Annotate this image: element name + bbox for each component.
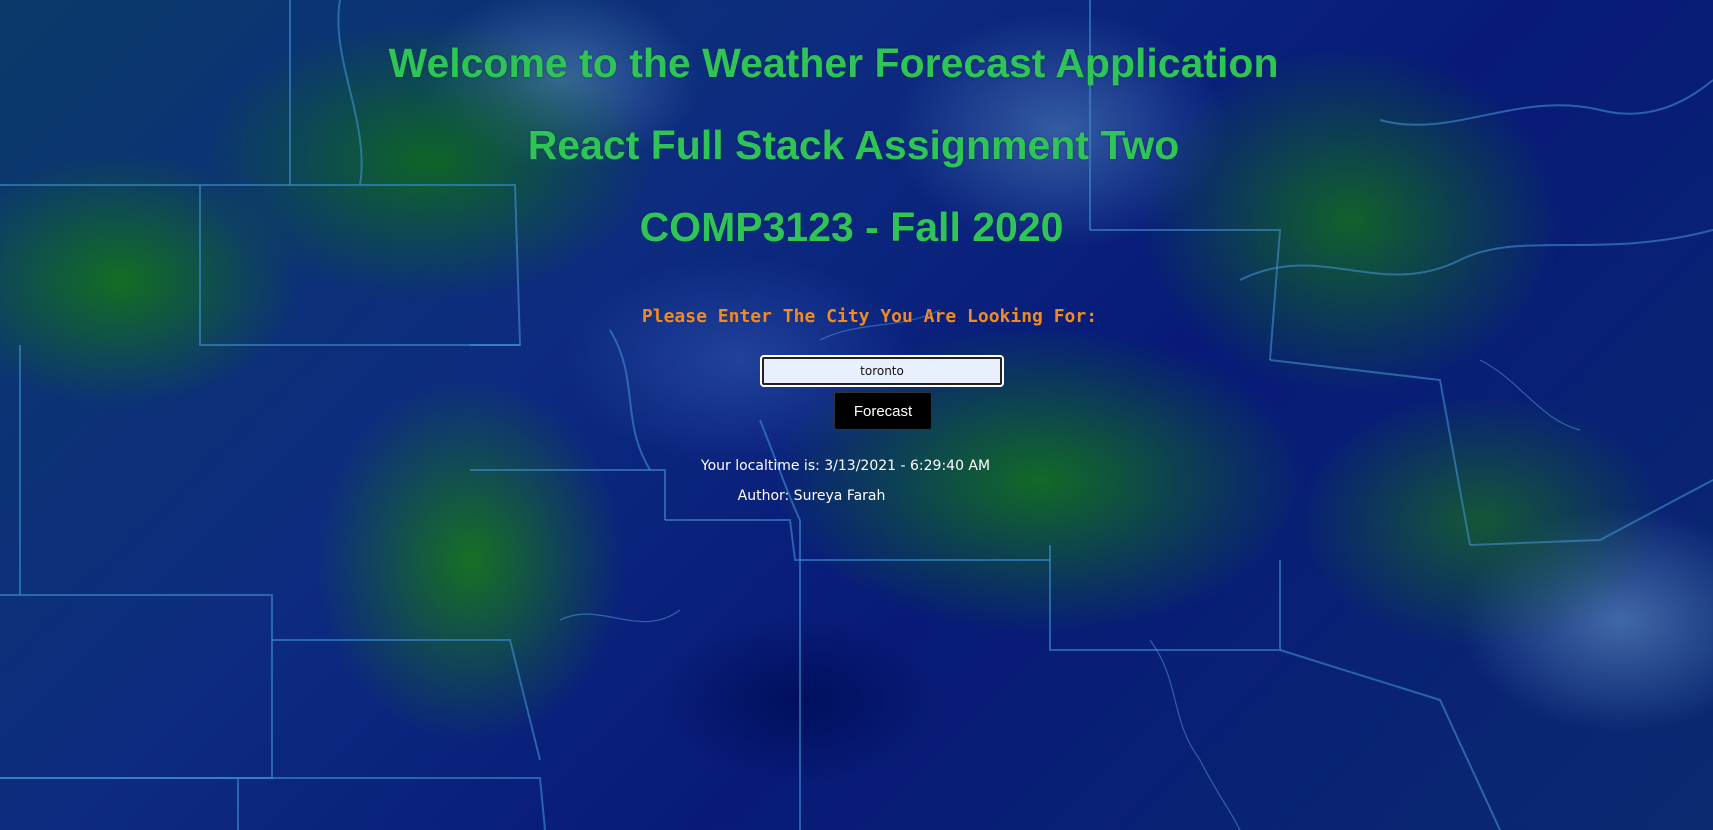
course-title: COMP3123 - Fall 2020 xyxy=(639,204,1064,250)
localtime-text: Your localtime is: 3/13/2021 - 6:29:40 A… xyxy=(700,458,991,474)
author-text: Author: Sureya Farah xyxy=(737,488,886,504)
city-input[interactable] xyxy=(760,355,1004,387)
page-subtitle: React Full Stack Assignment Two xyxy=(527,122,1180,168)
page-title: Welcome to the Weather Forecast Applicat… xyxy=(388,40,1279,86)
city-prompt: Please Enter The City You Are Looking Fo… xyxy=(641,306,1098,327)
forecast-button[interactable]: Forecast xyxy=(834,392,932,430)
